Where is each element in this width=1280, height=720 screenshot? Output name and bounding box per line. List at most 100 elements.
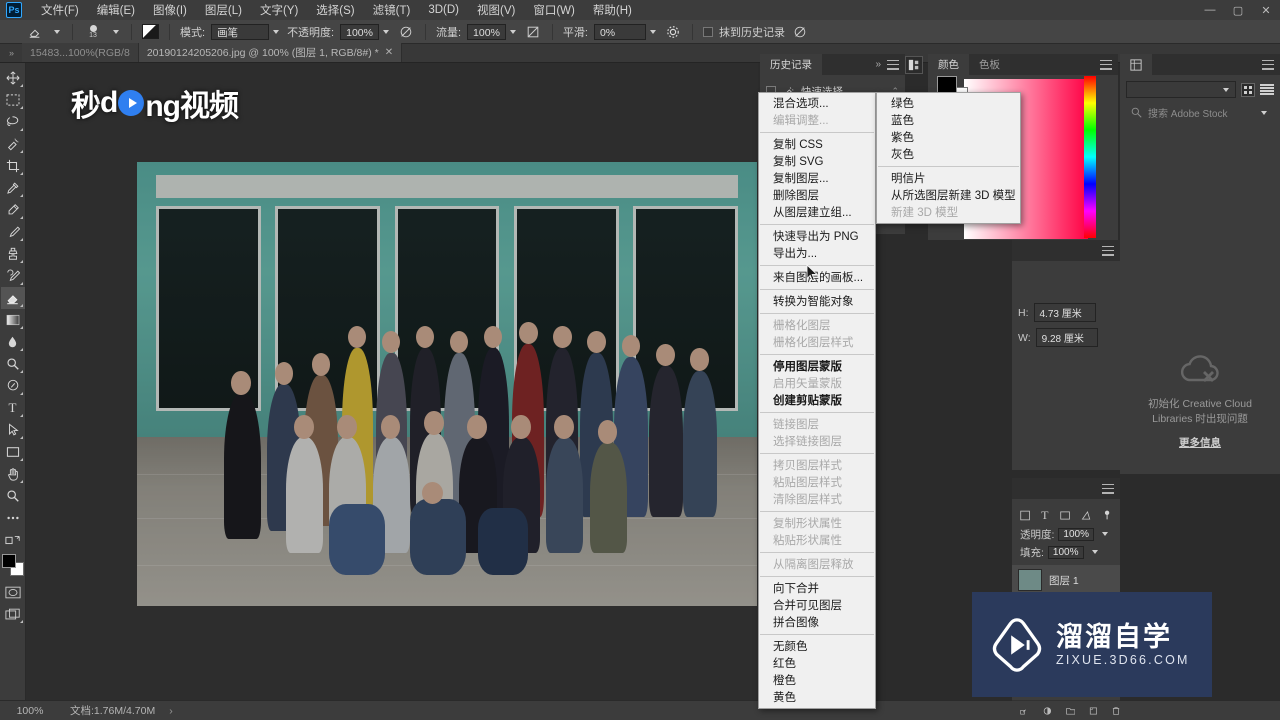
smoothing-chevron-down-icon[interactable] [649,29,656,34]
smoothing-input[interactable]: 0% [593,23,646,40]
history-brush-tool[interactable] [1,265,25,287]
chevron-down-icon[interactable] [1223,87,1229,92]
eraser-tool-icon[interactable] [26,23,44,41]
context-menu-item[interactable]: 复制 SVG [759,153,875,170]
menu-view[interactable]: 视图(V) [468,0,524,20]
rectangle-tool[interactable] [1,441,25,463]
close-button[interactable]: ✕ [1252,0,1280,20]
more-info-link[interactable]: 更多信息 [1179,435,1221,450]
dodge-tool[interactable] [1,353,25,375]
context-menu-item[interactable]: 拼合图像 [759,614,875,631]
menu-window[interactable]: 窗口(W) [524,0,584,20]
quick-selection-tool[interactable] [1,133,25,155]
context-menu-item[interactable]: 黄色 [759,689,875,706]
canvas-area[interactable]: 秒 d ng视频 [26,63,758,700]
layer-row[interactable]: 图层 1 [1012,565,1120,595]
menu-file[interactable]: 文件(F) [32,0,88,20]
library-select[interactable] [1126,81,1236,98]
flow-chevron-down-icon[interactable] [509,29,516,34]
gradient-tool[interactable] [1,309,25,331]
tab-history[interactable]: 历史记录 [760,54,822,75]
pen-tool[interactable] [1,375,25,397]
eyedropper-tool[interactable] [1,177,25,199]
quick-mask-button[interactable] [1,581,25,603]
submenu-item[interactable]: 明信片 [877,170,1020,187]
context-menu-item[interactable]: 删除图层 [759,187,875,204]
foreground-color-swatch[interactable] [1,554,16,568]
menu-edit[interactable]: 编辑(E) [88,0,144,20]
zoom-tool[interactable] [1,485,25,507]
context-menu-item[interactable]: 停用图层蒙版 [759,358,875,375]
tab-color[interactable]: 颜色 [928,54,969,75]
height-input[interactable]: 4.73 厘米 [1033,303,1096,322]
airbrush-icon[interactable] [524,23,542,41]
context-menu-item[interactable]: 复制图层... [759,170,875,187]
document-image[interactable] [137,162,757,606]
menu-filter[interactable]: 滤镜(T) [364,0,420,20]
context-menu-item[interactable]: 橙色 [759,672,875,689]
crop-tool[interactable] [1,155,25,177]
panel-menu-icon[interactable] [887,59,899,70]
screen-mode-button[interactable] [1,603,25,625]
context-menu-item[interactable]: 转换为智能对象 [759,293,875,310]
submenu-item[interactable]: 灰色 [877,146,1020,163]
healing-brush-tool[interactable] [1,199,25,221]
submenu-item[interactable]: 紫色 [877,129,1020,146]
smoothing-settings-gear-icon[interactable] [664,23,682,41]
context-menu-item[interactable]: 混合选项... [759,95,875,112]
fill-input[interactable]: 100% [1047,545,1084,559]
opacity-input[interactable]: 100% [340,23,379,40]
collapse-panel-icon[interactable]: » [875,59,881,70]
submenu-item[interactable]: 绿色 [877,95,1020,112]
brush-tool[interactable] [1,221,25,243]
default-colors-icon[interactable] [1,529,25,551]
context-menu-item[interactable]: 向下合并 [759,580,875,597]
tab-swatches[interactable]: 色板 [969,54,1010,75]
lasso-tool[interactable] [1,111,25,133]
list-view-icon[interactable] [1260,83,1274,96]
eraser-tool[interactable] [0,287,25,309]
tablet-pressure-icon[interactable] [791,23,809,41]
menu-help[interactable]: 帮助(H) [584,0,641,20]
panel-menu-icon[interactable] [1262,59,1274,70]
mode-chevron-down-icon[interactable] [273,29,280,34]
context-menu-item[interactable]: 来自图层的画板... [759,269,875,286]
zoom-level[interactable]: 100% [0,705,60,717]
opacity-pressure-icon[interactable] [397,23,415,41]
context-menu-item[interactable]: 红色 [759,655,875,672]
menu-type[interactable]: 文字(Y) [251,0,307,20]
brush-picker-chevron-down-icon[interactable] [113,29,119,34]
mode-select[interactable]: 画笔 [211,23,270,40]
opacity-chevron-down-icon[interactable] [382,29,389,34]
panel-menu-icon[interactable] [1102,483,1114,494]
context-menu-item[interactable]: 复制 CSS [759,136,875,153]
path-selection-tool[interactable] [1,419,25,441]
type-filter-icon[interactable]: T [1041,508,1048,523]
maximize-button[interactable]: ▢ [1224,0,1252,20]
brush-panel-toggle-icon[interactable] [142,24,159,39]
foreground-background-color[interactable] [1,554,25,578]
context-menu-item[interactable]: 快速导出为 PNG [759,228,875,245]
blur-tool[interactable] [1,331,25,353]
document-tab-active[interactable]: 20190124205206.jpg @ 100% (图层 1, RGB/8#)… [138,43,403,62]
context-menu-item[interactable]: 从图层建立组... [759,204,875,221]
context-menu-item[interactable]: 无颜色 [759,638,875,655]
type-tool[interactable]: T [1,397,25,419]
layer-context-menu[interactable]: 混合选项... 编辑调整... 复制 CSS 复制 SVG 复制图层... 删除图层 从图层… [758,92,876,709]
close-icon[interactable]: ✕ [385,47,393,58]
chevron-down-icon[interactable] [1091,550,1098,554]
tab-libraries[interactable] [1120,54,1152,75]
chevron-down-icon[interactable] [1261,110,1267,115]
move-tool[interactable] [1,67,25,89]
panel-menu-icon[interactable] [1100,59,1112,70]
chevron-down-icon[interactable] [1102,532,1108,536]
context-menu-item[interactable]: 创建剪贴蒙版 [759,392,875,409]
marquee-tool[interactable] [1,89,25,111]
panel-menu-icon[interactable] [1102,245,1114,256]
grid-view-icon[interactable] [1241,82,1255,97]
tab-drag-handle[interactable]: ›› [0,43,22,62]
opacity-input[interactable]: 100% [1058,527,1094,541]
minimize-button[interactable]: — [1196,0,1224,20]
submenu-item[interactable]: 蓝色 [877,112,1020,129]
adobe-stock-search[interactable]: 搜索 Adobe Stock [1126,104,1274,121]
